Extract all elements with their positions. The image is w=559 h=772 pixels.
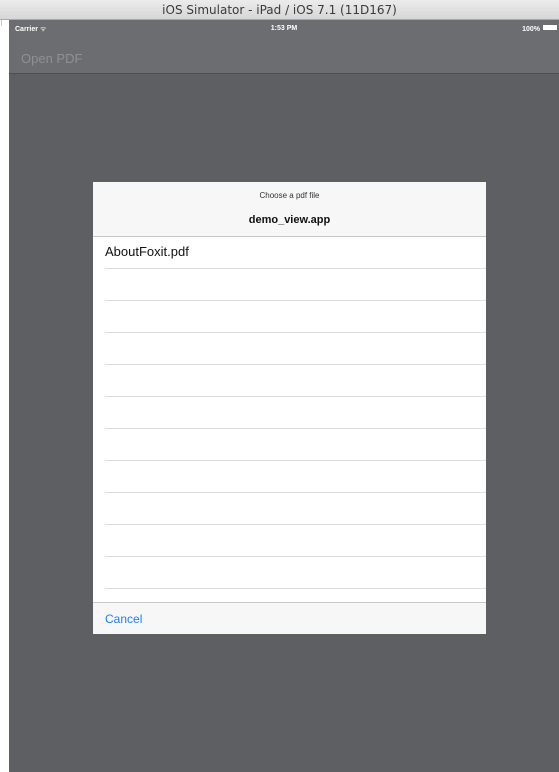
file-row[interactable]: AboutFoxit.pdf	[93, 237, 486, 269]
battery-indicator: 100%	[522, 25, 557, 33]
file-row[interactable]	[93, 557, 486, 589]
file-picker-dialog: Choose a pdf file demo_view.app AboutFox…	[93, 182, 486, 634]
cancel-button[interactable]: Cancel	[105, 612, 142, 626]
dialog-header: Choose a pdf file demo_view.app	[93, 182, 486, 237]
navigation-bar: Open PDF	[9, 40, 559, 74]
dialog-footer: Cancel	[93, 602, 486, 634]
file-row[interactable]	[93, 461, 486, 493]
window-edge-tick	[1, 20, 2, 26]
simulator-screen: Carrier ᯤ 1:53 PM 100% Open PDF Choose a …	[9, 20, 559, 772]
battery-full-icon	[543, 25, 557, 30]
file-row[interactable]	[93, 333, 486, 365]
file-row[interactable]	[93, 429, 486, 461]
file-row[interactable]	[93, 589, 486, 602]
battery-percent: 100%	[522, 26, 540, 33]
file-row[interactable]	[93, 269, 486, 301]
file-list[interactable]: AboutFoxit.pdf	[93, 237, 486, 602]
status-bar: Carrier ᯤ 1:53 PM 100%	[9, 20, 559, 40]
dialog-title: demo_view.app	[248, 214, 331, 226]
file-name: AboutFoxit.pdf	[105, 244, 189, 259]
status-time: 1:53 PM	[270, 25, 298, 32]
file-row[interactable]	[93, 493, 486, 525]
file-row[interactable]	[93, 365, 486, 397]
window-left-edge	[0, 20, 9, 772]
dialog-prompt: Choose a pdf file	[259, 191, 320, 200]
file-row[interactable]	[93, 397, 486, 429]
open-pdf-button[interactable]: Open PDF	[21, 51, 82, 66]
file-row[interactable]	[93, 525, 486, 557]
file-row[interactable]	[93, 301, 486, 333]
window-title: iOS Simulator - iPad / iOS 7.1 (11D167)	[162, 3, 397, 17]
window-titlebar[interactable]: iOS Simulator - iPad / iOS 7.1 (11D167)	[0, 0, 559, 20]
